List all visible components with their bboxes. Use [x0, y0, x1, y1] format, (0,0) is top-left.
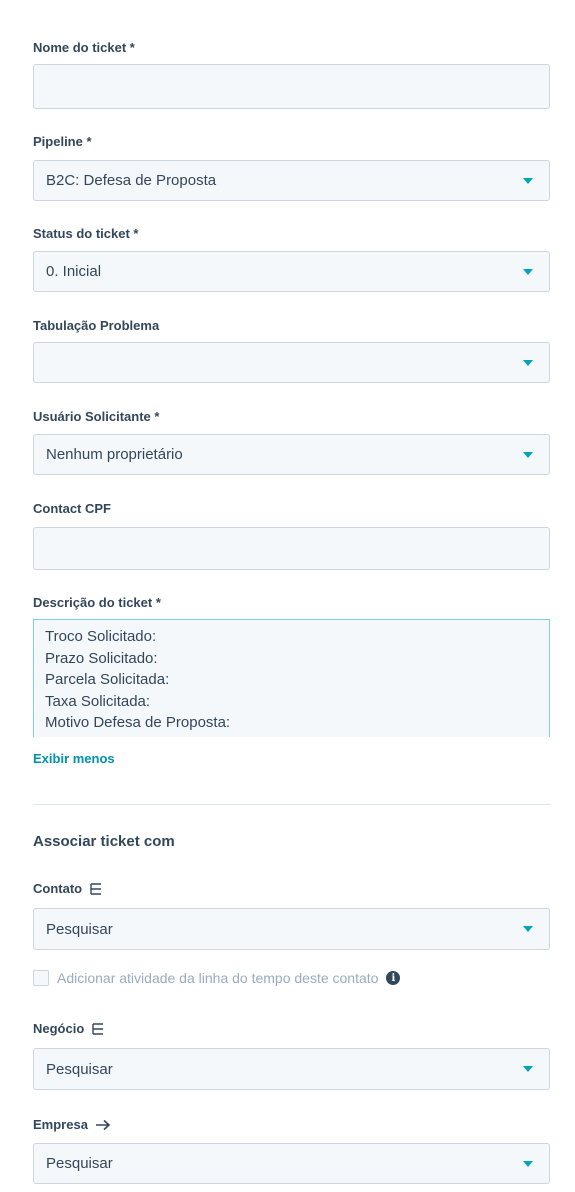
pipeline-value: B2C: Defesa de Proposta: [46, 172, 217, 189]
show-less-link[interactable]: Exibir menos: [33, 751, 115, 766]
association-tree-icon[interactable]: [88, 882, 102, 895]
tabulacao-label-text: Tabulação Problema: [33, 318, 160, 333]
usuario-select[interactable]: Nenhum proprietário: [33, 434, 550, 475]
empresa-label: Empresa: [33, 1117, 112, 1132]
caret-down-icon: [523, 451, 533, 458]
arrow-right-icon[interactable]: [94, 1119, 112, 1131]
tabulacao-label: Tabulação Problema: [33, 318, 159, 333]
pipeline-select[interactable]: B2C: Defesa de Proposta: [33, 160, 550, 201]
contato-placeholder: Pesquisar: [46, 920, 113, 938]
usuario-label: Usuário Solicitante *: [33, 409, 159, 424]
descricao-textarea[interactable]: Troco Solicitado: Prazo Solicitado: Parc…: [33, 619, 550, 737]
empresa-search-select[interactable]: Pesquisar: [33, 1143, 550, 1184]
descricao-label-text: Descrição do ticket *: [33, 595, 161, 610]
cpf-input[interactable]: [33, 527, 550, 570]
status-label: Status do ticket *: [33, 226, 138, 241]
descricao-line: Troco Solicitado:: [45, 628, 157, 645]
negocio-label-text: Negócio: [33, 1021, 85, 1036]
pipeline-label-text: Pipeline *: [33, 134, 92, 149]
descricao-line: Motivo Defesa de Proposta:: [45, 714, 231, 731]
contato-label-text: Contato: [33, 881, 83, 896]
caret-down-icon: [523, 1160, 533, 1167]
caret-down-icon: [523, 926, 533, 932]
caret-down-icon: [523, 359, 533, 366]
contato-label: Contato: [33, 881, 102, 896]
association-tree-icon[interactable]: [90, 1022, 104, 1035]
info-icon[interactable]: i: [386, 971, 401, 985]
caret-down-icon: [523, 1066, 533, 1072]
timeline-activity-label: Adicionar atividade da linha do tempo de…: [57, 970, 379, 986]
negocio-placeholder: Pesquisar: [46, 1060, 113, 1078]
cpf-label: Contact CPF: [33, 501, 111, 516]
descricao-line: Prazo Solicitado:: [45, 649, 158, 667]
tabulacao-select[interactable]: [33, 342, 550, 383]
ticket-name-input[interactable]: [33, 64, 550, 109]
status-select[interactable]: 0. Inicial: [33, 251, 550, 292]
cpf-label-text: Contact CPF: [33, 501, 111, 516]
negocio-search-select[interactable]: Pesquisar: [33, 1048, 550, 1090]
ticket-name-label-text: Nome do ticket *: [33, 40, 135, 55]
timeline-activity-option[interactable]: Adicionar atividade da linha do tempo de…: [33, 970, 401, 986]
caret-down-icon: [523, 177, 533, 184]
timeline-activity-checkbox[interactable]: [33, 970, 49, 986]
negocio-label: Negócio: [33, 1021, 104, 1036]
pipeline-label: Pipeline *: [33, 134, 92, 149]
empresa-label-text: Empresa: [33, 1117, 88, 1132]
status-value: 0. Inicial: [46, 263, 102, 280]
usuario-label-text: Usuário Solicitante *: [33, 409, 160, 424]
empresa-placeholder: Pesquisar: [46, 1155, 113, 1172]
descricao-line: Parcela Solicitada:: [45, 671, 170, 688]
ticket-name-label: Nome do ticket *: [33, 40, 135, 55]
descricao-label: Descrição do ticket *: [33, 595, 161, 610]
status-label-text: Status do ticket *: [33, 226, 139, 241]
descricao-line: Taxa Solicitada:: [45, 692, 151, 710]
caret-down-icon: [523, 268, 533, 275]
section-divider: [33, 804, 550, 805]
usuario-value: Nenhum proprietário: [46, 446, 183, 463]
contato-search-select[interactable]: Pesquisar: [33, 908, 550, 950]
associate-title: Associar ticket com: [33, 833, 175, 850]
